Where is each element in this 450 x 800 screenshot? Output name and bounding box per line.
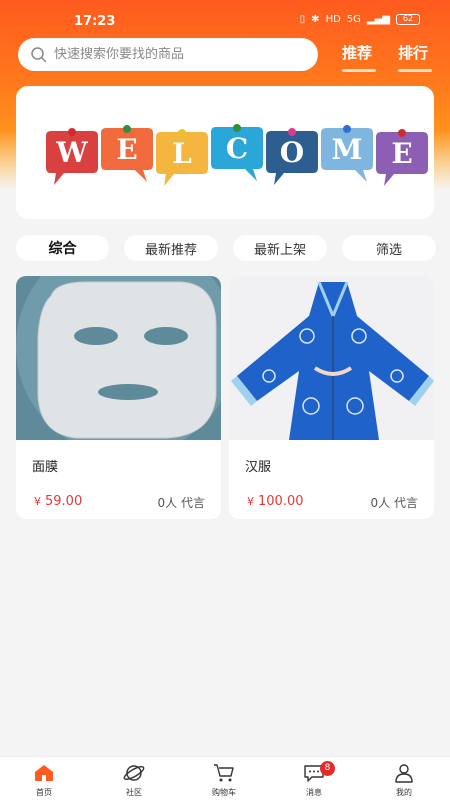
pin-icon [288, 128, 296, 136]
price-currency: ¥ [34, 495, 41, 508]
price-value: 100.00 [258, 494, 304, 509]
product-name: 面膜 [32, 460, 59, 475]
tab-cart[interactable]: 购物车 [194, 763, 254, 798]
tab-cart-label: 购物车 [212, 788, 236, 797]
pin-icon [233, 124, 241, 132]
filter-bar: 综合 最新推荐 最新上架 筛选 [0, 235, 450, 261]
hd-icon: HD [325, 14, 341, 25]
welcome-letter-text: W [55, 136, 88, 169]
pin-icon [123, 125, 131, 133]
product-endorse-count: 0人 代言 [157, 496, 205, 510]
filter-screen[interactable]: 筛选 [342, 235, 436, 261]
pin-icon [178, 129, 186, 137]
user-icon [395, 764, 413, 783]
product-price: ¥100.00 [247, 494, 304, 509]
home-icon [35, 765, 53, 781]
price-value: 59.00 [45, 494, 83, 509]
welcome-letter-o: O [266, 128, 318, 185]
tab-ranking[interactable]: 排行 [398, 42, 432, 72]
tab-underline [398, 69, 432, 72]
welcome-letter-text: L [172, 137, 192, 170]
tab-mine[interactable]: 我的 [374, 763, 434, 798]
welcome-bubbles: WELCOME [46, 124, 428, 186]
signal-icon: ▂▄▆ [366, 14, 390, 25]
pin-icon [343, 125, 351, 133]
filter-comprehensive[interactable]: 综合 [16, 235, 109, 261]
welcome-letter-e: E [376, 129, 428, 186]
welcome-letter-text: O [280, 136, 304, 169]
product-endorse-count: 0人 代言 [370, 496, 418, 510]
product-card[interactable]: 汉服 ¥100.00 0人 代言 [229, 276, 434, 519]
filter-latest-listed[interactable]: 最新上架 [233, 235, 327, 261]
bottom-tab-bar: 首页 社区 购物车 8 消息 我的 [0, 756, 450, 800]
tab-recommend-label: 推荐 [342, 44, 373, 62]
product-image-hanfu [229, 276, 434, 440]
planet-icon [123, 765, 145, 781]
tab-messages-label: 消息 [306, 788, 322, 797]
search-bar[interactable] [18, 38, 318, 71]
tab-ranking-label: 排行 [398, 44, 429, 62]
price-currency: ¥ [247, 495, 254, 508]
status-icons: ▯ ✱ HD 5G ▂▄▆ 62 [300, 14, 420, 25]
tab-home[interactable]: 首页 [14, 763, 74, 798]
welcome-letter-text: E [116, 133, 137, 166]
pin-icon [398, 129, 406, 137]
tab-home-label: 首页 [36, 788, 52, 797]
tab-underline [342, 69, 376, 72]
tab-recommend[interactable]: 推荐 [342, 42, 376, 72]
welcome-letter-text: C [226, 132, 248, 165]
welcome-letter-m: M [321, 125, 373, 182]
pin-icon [68, 128, 76, 136]
welcome-letter-text: M [332, 133, 363, 166]
welcome-letter-e: E [101, 125, 153, 182]
product-price: ¥59.00 [34, 494, 82, 509]
search-icon [31, 46, 47, 62]
welcome-banner[interactable]: WELCOME [16, 86, 434, 219]
welcome-letter-text: E [391, 137, 412, 170]
status-bar: 17:23 ▯ ✱ HD 5G ▂▄▆ 62 [0, 0, 450, 40]
tab-mine-label: 我的 [396, 788, 412, 797]
cart-icon [214, 764, 234, 782]
welcome-letter-w: W [46, 128, 98, 185]
battery-icon: 62 [396, 14, 420, 25]
product-image-mask [16, 276, 221, 440]
filter-latest-recommend[interactable]: 最新推荐 [124, 235, 218, 261]
vibrate-icon: ▯ [299, 14, 306, 25]
message-badge: 8 [320, 761, 335, 776]
product-name: 汉服 [245, 460, 272, 475]
bluetooth-icon: ✱ [311, 14, 320, 25]
network-icon: 5G [346, 14, 361, 25]
welcome-illustration: WELCOME [46, 124, 428, 186]
tab-community-label: 社区 [126, 788, 142, 797]
welcome-letter-l: L [156, 129, 208, 186]
welcome-letter-c: C [211, 124, 263, 181]
search-input[interactable] [54, 47, 294, 62]
tab-community[interactable]: 社区 [104, 763, 164, 798]
product-card[interactable]: 面膜 ¥59.00 0人 代言 [16, 276, 221, 519]
header: 推荐 排行 [0, 38, 450, 72]
tab-messages[interactable]: 8 消息 [284, 761, 344, 798]
status-time: 17:23 [74, 14, 116, 29]
